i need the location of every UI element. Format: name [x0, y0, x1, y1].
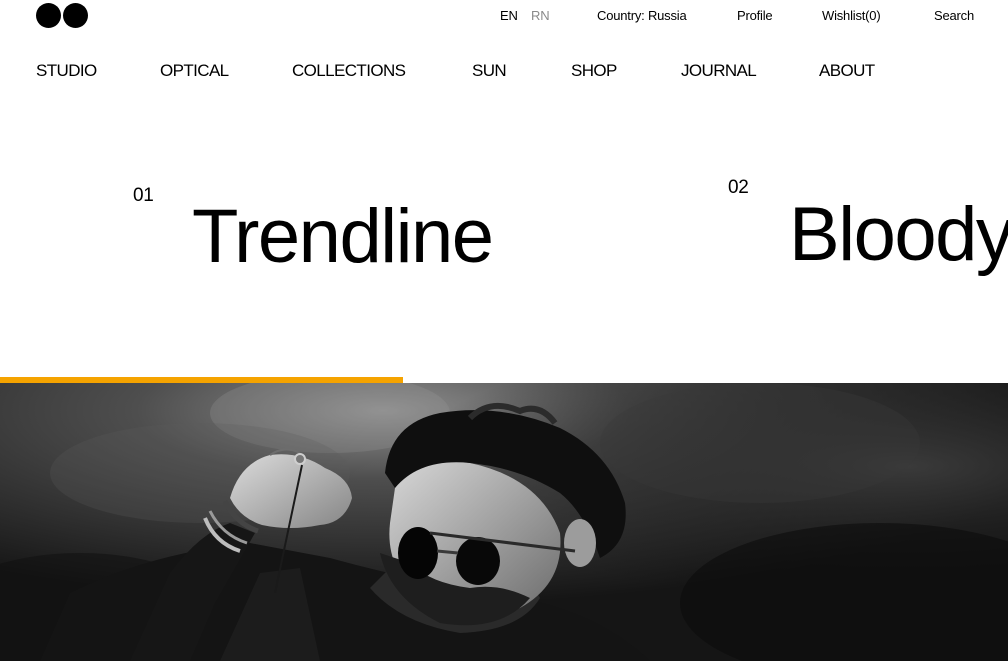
search-link[interactable]: Search — [934, 7, 974, 25]
profile-link[interactable]: Profile — [737, 7, 773, 25]
slide-title: Trendline — [192, 194, 494, 279]
logo[interactable] — [36, 3, 90, 28]
hero-photo-illustration — [0, 383, 1008, 661]
logo-dot-right-icon — [63, 3, 88, 28]
logo-dot-left-icon — [36, 3, 61, 28]
slide-number: 01 — [133, 185, 154, 206]
nav-item-about[interactable]: ABOUT — [819, 60, 875, 82]
country-selector[interactable]: Country: Russia — [597, 7, 687, 25]
nav-item-journal[interactable]: JOURNAL — [681, 60, 757, 82]
nav-item-optical[interactable]: OPTICAL — [160, 60, 229, 82]
slide-title: Bloody — [789, 192, 1008, 277]
nav-item-sun[interactable]: SUN — [472, 60, 507, 82]
language-rn-link[interactable]: RN — [531, 7, 550, 25]
nav-item-studio[interactable]: STUDIO — [36, 60, 97, 82]
nav-item-collections[interactable]: COLLECTIONS — [292, 60, 406, 82]
nav-item-shop[interactable]: SHOP — [571, 60, 617, 82]
hero-image — [0, 383, 1008, 661]
slide-number: 02 — [728, 177, 749, 198]
language-en-link[interactable]: EN — [500, 7, 518, 25]
page: EN RN Country: Russia Profile Wishlist(0… — [0, 0, 1008, 661]
wishlist-link[interactable]: Wishlist(0) — [822, 7, 881, 25]
